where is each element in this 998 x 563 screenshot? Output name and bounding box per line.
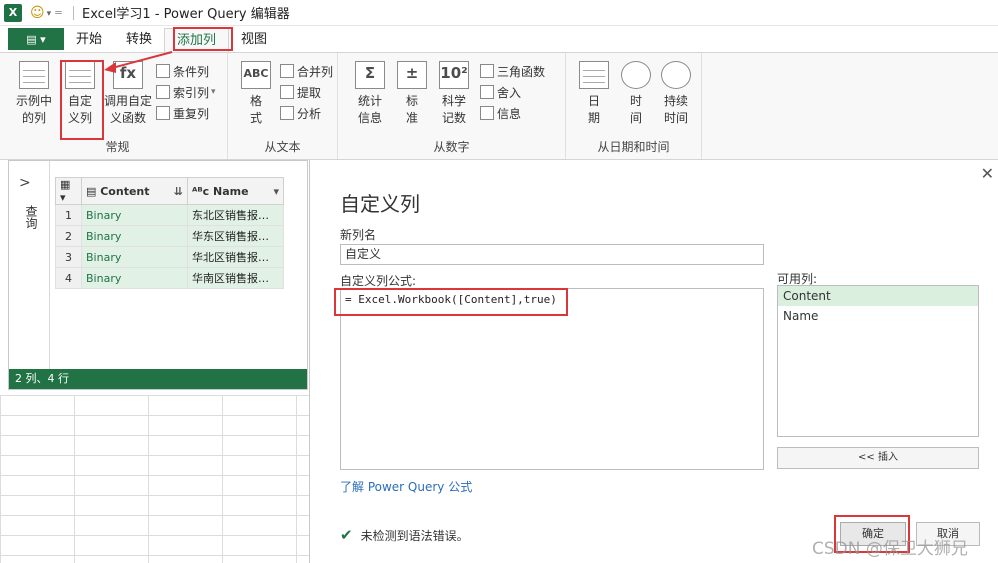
rounding-button[interactable]: 舍入 [480,82,521,102]
highlight-custom-column-button [60,60,104,140]
ribbon: 示例中 的列 自定 义列 fx 调用自定 义函数 条件列 索引列 ▾ 重复列 常规… [0,52,998,160]
file-menu-button[interactable]: ▤ ▾ [8,28,64,50]
table-menu-icon[interactable]: ▦ ▾ [55,177,82,205]
info-icon [480,106,494,120]
new-column-name-input[interactable]: 自定义 [340,244,764,265]
standard-button[interactable]: ± 标 准 [390,59,434,127]
clock-icon [621,61,651,89]
merge-columns-button[interactable]: 合并列 [280,61,333,81]
scientific-button[interactable]: 10² 科学 记数 [432,59,476,127]
stopwatch-icon [661,61,691,89]
invoke-custom-function-button[interactable]: fx 调用自定 义函数 [102,59,154,127]
sigma-icon: Σ [355,61,385,89]
list-item[interactable]: Content [778,286,978,306]
date-button[interactable]: 日 期 [572,59,616,127]
parse-icon [280,106,294,120]
query-preview-panel: > 查询 ▦ ▾ ▤ Content ⇊ ᴬᴮc Name ▾ 1 Binary… [8,160,308,390]
example-column-icon [19,61,49,89]
smiley-icon[interactable]: ☺ [30,5,45,21]
conditional-column-icon [156,64,170,78]
rounding-icon [480,85,494,99]
extract-button[interactable]: 提取 [280,82,321,102]
close-icon[interactable]: ✕ [981,164,994,183]
group-from-datetime: 日 期 时 间 持续 时间 从日期和时间 [566,53,702,159]
group-label-from-text: 从文本 [264,140,301,154]
status-bar: 2 列、4 行 [9,369,307,389]
table-row[interactable]: 2 Binary 华东区销售报… [55,225,284,247]
column-header-name[interactable]: ᴬᴮc Name ▾ [187,177,284,205]
table-row[interactable]: 4 Binary 华南区销售报… [55,267,284,289]
list-item[interactable]: Name [778,306,978,326]
title-bar: X ☺ ▾ ＝ Excel学习1 - Power Query 编辑器 [0,0,998,26]
table-row[interactable]: 1 Binary 东北区销售报… [55,204,284,226]
format-icon: ABC [241,61,271,89]
excel-logo-icon: X [4,3,22,22]
available-columns-list: Content Name [777,285,979,437]
group-from-text: ABC 格 式 合并列 提取 分析 从文本 [228,53,338,159]
time-button[interactable]: 时 间 [614,59,658,127]
quick-access-dropdown-icon[interactable]: ▾ ＝ [47,6,63,19]
merge-columns-icon [280,64,294,78]
tab-view[interactable]: 视图 [229,28,279,52]
duplicate-column-button[interactable]: 重复列 [156,103,209,123]
group-general: 示例中 的列 自定 义列 fx 调用自定 义函数 条件列 索引列 ▾ 重复列 常规 [8,53,228,159]
extract-icon [280,85,294,99]
group-label-from-number: 从数字 [433,140,470,154]
dialog-title: 自定义列 [340,192,420,216]
custom-column-dialog: ✕ 自定义列 新列名 自定义 自定义列公式: = Excel.Workbook(… [309,160,998,563]
window-title: Excel学习1 - Power Query 编辑器 [82,7,290,22]
learn-formula-link[interactable]: 了解 Power Query 公式 [340,478,472,495]
watermark: CSDN @保卫大狮兄 [812,539,968,559]
duplicate-column-icon [156,106,170,120]
example-column-button[interactable]: 示例中 的列 [12,59,56,127]
queries-side-label[interactable]: 查询 [23,205,40,229]
syntax-message: 未检测到语法错误。 [360,528,469,543]
insert-button[interactable]: << 插入 [777,447,979,469]
group-label-from-datetime: 从日期和时间 [597,140,670,154]
group-label-general: 常规 [105,140,130,154]
format-button[interactable]: ABC 格 式 [234,59,278,127]
conditional-column-button[interactable]: 条件列 [156,61,209,81]
statistics-button[interactable]: Σ 统计 信息 [348,59,392,127]
excel-sheet-background [0,395,330,563]
triangle-icon [480,64,494,78]
highlight-formula [334,288,568,316]
syntax-status: ✔ 未检测到语法错误。 [340,526,469,544]
new-column-name-label: 新列名 [340,228,377,242]
panel-divider [49,161,50,371]
index-column-button[interactable]: 索引列 ▾ [156,82,216,102]
preview-table: ▦ ▾ ▤ Content ⇊ ᴬᴮc Name ▾ 1 Binary 东北区销… [55,177,284,289]
group-from-number: Σ 统计 信息 ± 标 准 10² 科学 记数 三角函数 舍入 信息 从数字 [338,53,566,159]
tab-home[interactable]: 开始 [64,28,114,52]
column-header-content[interactable]: ▤ Content ⇊ [81,177,188,205]
table-row[interactable]: 3 Binary 华北区销售报… [55,246,284,268]
trigonometry-button[interactable]: 三角函数 [480,61,545,81]
calendar-icon [579,61,609,89]
power-icon: 10² [439,61,469,89]
index-column-icon [156,85,170,99]
tab-transform[interactable]: 转换 [114,28,164,52]
function-icon: fx [113,61,143,89]
highlight-add-column-tab [173,27,233,51]
title-separator [73,5,74,20]
duration-button[interactable]: 持续 时间 [654,59,698,127]
information-button[interactable]: 信息 [480,103,521,123]
standard-ops-icon: ± [397,61,427,89]
ribbon-tabs: ▤ ▾ 开始 转换 添加列 视图 [0,26,998,52]
check-icon: ✔ [340,526,353,544]
formula-label: 自定义列公式: [340,274,417,288]
expand-chevron-icon[interactable]: > [19,175,31,191]
parse-button[interactable]: 分析 [280,103,321,123]
